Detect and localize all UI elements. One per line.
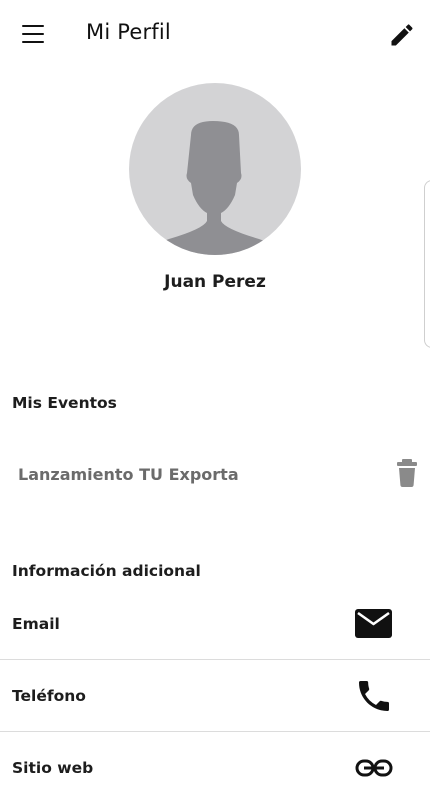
section-title-additional-info: Información adicional xyxy=(12,562,201,580)
avatar xyxy=(129,83,301,255)
pencil-icon[interactable] xyxy=(388,21,416,49)
link-icon[interactable] xyxy=(354,748,394,788)
info-row-phone[interactable]: Teléfono xyxy=(0,660,430,732)
info-row-email[interactable]: Email xyxy=(0,588,430,660)
menu-icon[interactable] xyxy=(20,22,46,46)
info-label-email: Email xyxy=(12,615,60,633)
mail-icon[interactable] xyxy=(354,604,394,644)
event-label: Lanzamiento TU Exporta xyxy=(18,465,239,484)
user-name: Juan Perez xyxy=(164,272,266,292)
section-title-events: Mis Eventos xyxy=(12,394,117,412)
info-row-website[interactable]: Sitio web xyxy=(0,732,430,804)
page-title: Mi Perfil xyxy=(86,20,171,44)
info-label-phone: Teléfono xyxy=(12,687,86,705)
info-label-website: Sitio web xyxy=(12,759,94,777)
default-avatar-icon xyxy=(149,121,279,255)
side-panel-edge[interactable] xyxy=(424,180,430,348)
phone-icon[interactable] xyxy=(354,676,394,716)
app-bar: Mi Perfil xyxy=(0,0,430,68)
trash-icon[interactable] xyxy=(395,458,419,488)
event-item[interactable]: Lanzamiento TU Exporta xyxy=(0,448,430,502)
